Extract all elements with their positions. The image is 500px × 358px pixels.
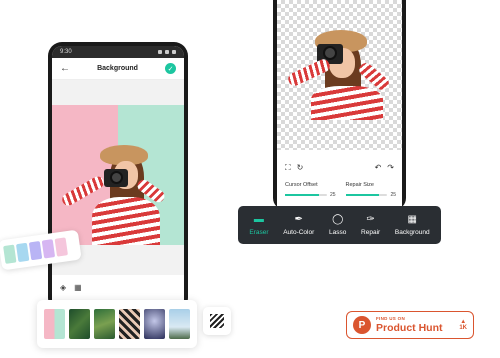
background-options-strip [37,300,197,348]
dropper-icon: ✒ [294,214,303,225]
upvote-number: 1K [459,325,467,331]
lasso-icon: ◯ [332,214,344,225]
cutout-woman-photo [277,0,402,150]
arrow-left-icon[interactable]: ← [60,63,70,74]
page-title: Background [97,65,138,72]
cursor-offset-label: Cursor Offset [285,182,318,188]
background-thumb-pink-mint[interactable] [44,309,65,339]
photo-canvas[interactable] [52,105,184,245]
tool-eraser[interactable]: ▬ Eraser [249,214,268,236]
left-bottom-tools: ◈ ▦ [60,283,82,292]
canvas-top-padding [52,80,184,105]
color-swatch[interactable] [15,242,30,263]
fit-screen-icon[interactable]: ⛶ [285,163,291,173]
fill-icon[interactable]: ◈ [60,283,66,292]
status-bar: 9:30 [52,46,184,58]
left-phone-mockup: 9:30 ← Background ✓ ◈ ▦ [48,42,188,312]
right-phone-screen: ⛶ ↻ ↶ ↷ Cursor Offset 25 Repair Size 25 [277,0,402,206]
right-phone-mockup: ⛶ ↻ ↶ ↷ Cursor Offset 25 Repair Size 25 [273,0,406,210]
eraser-icon: ▬ [253,214,264,225]
repair-size-slider[interactable] [345,194,388,196]
check-circle-icon[interactable]: ✓ [165,63,176,74]
pattern-icon[interactable]: ▦ [74,283,82,292]
tool-repair[interactable]: ✑ Repair [361,214,380,236]
product-hunt-badge[interactable]: P FIND US ON Product Hunt ▲ 1K [346,311,474,339]
product-hunt-text: FIND US ON Product Hunt [376,316,443,334]
background-thumb-purple-sky[interactable] [144,309,165,339]
product-hunt-caption: FIND US ON [376,316,406,321]
color-swatch[interactable] [28,240,43,261]
color-swatch[interactable] [3,244,17,264]
tool-auto-color[interactable]: ✒ Auto-Color [283,214,314,236]
product-hunt-title: Product Hunt [376,321,443,334]
cursor-offset-slider-group: Cursor Offset 25 [285,182,336,198]
repair-size-value: 25 [390,192,396,198]
background-thumb-mountain[interactable] [169,309,190,339]
repair-size-slider-group: Repair Size 25 [345,182,396,198]
repair-size-label: Repair Size [345,182,374,188]
background-thumb-plants[interactable] [94,309,115,339]
signal-icon [165,50,169,54]
status-icons [158,50,176,54]
editing-toolbar: ▬ Eraser ✒ Auto-Color ◯ Lasso ✑ Repair ▦… [238,206,441,244]
battery-icon [172,50,176,54]
product-hunt-logo-icon: P [353,316,371,334]
color-swatch[interactable] [54,237,68,257]
status-time: 9:30 [60,49,72,55]
woman-with-camera-photo [52,105,184,245]
left-phone-screen: 9:30 ← Background ✓ ◈ ▦ [52,46,184,312]
cursor-offset-slider[interactable] [285,194,327,196]
app-header: ← Background ✓ [52,58,184,80]
redo-icon[interactable]: ↷ [387,163,394,172]
upvote-count: ▲ 1K [459,319,467,331]
brush-icon: ✑ [366,214,375,225]
view-tools: ⛶ ↻ [285,163,303,173]
color-swatch[interactable] [41,239,56,259]
background-thumb-leaves[interactable] [69,309,90,339]
stripes-icon [210,314,224,328]
undo-icon[interactable]: ↶ [375,163,382,172]
cursor-offset-value: 25 [329,192,336,198]
reset-icon[interactable]: ↻ [297,163,304,173]
history-tools: ↶ ↷ [375,163,394,172]
tool-background[interactable]: ▦ Background [395,214,430,236]
stripes-icon: ▦ [407,214,417,225]
tool-lasso[interactable]: ◯ Lasso [329,214,346,236]
wifi-icon [158,50,162,54]
background-thumb-stripes[interactable] [119,309,140,339]
brush-sliders: Cursor Offset 25 Repair Size 25 [285,182,396,198]
pattern-background-button[interactable] [203,307,231,335]
